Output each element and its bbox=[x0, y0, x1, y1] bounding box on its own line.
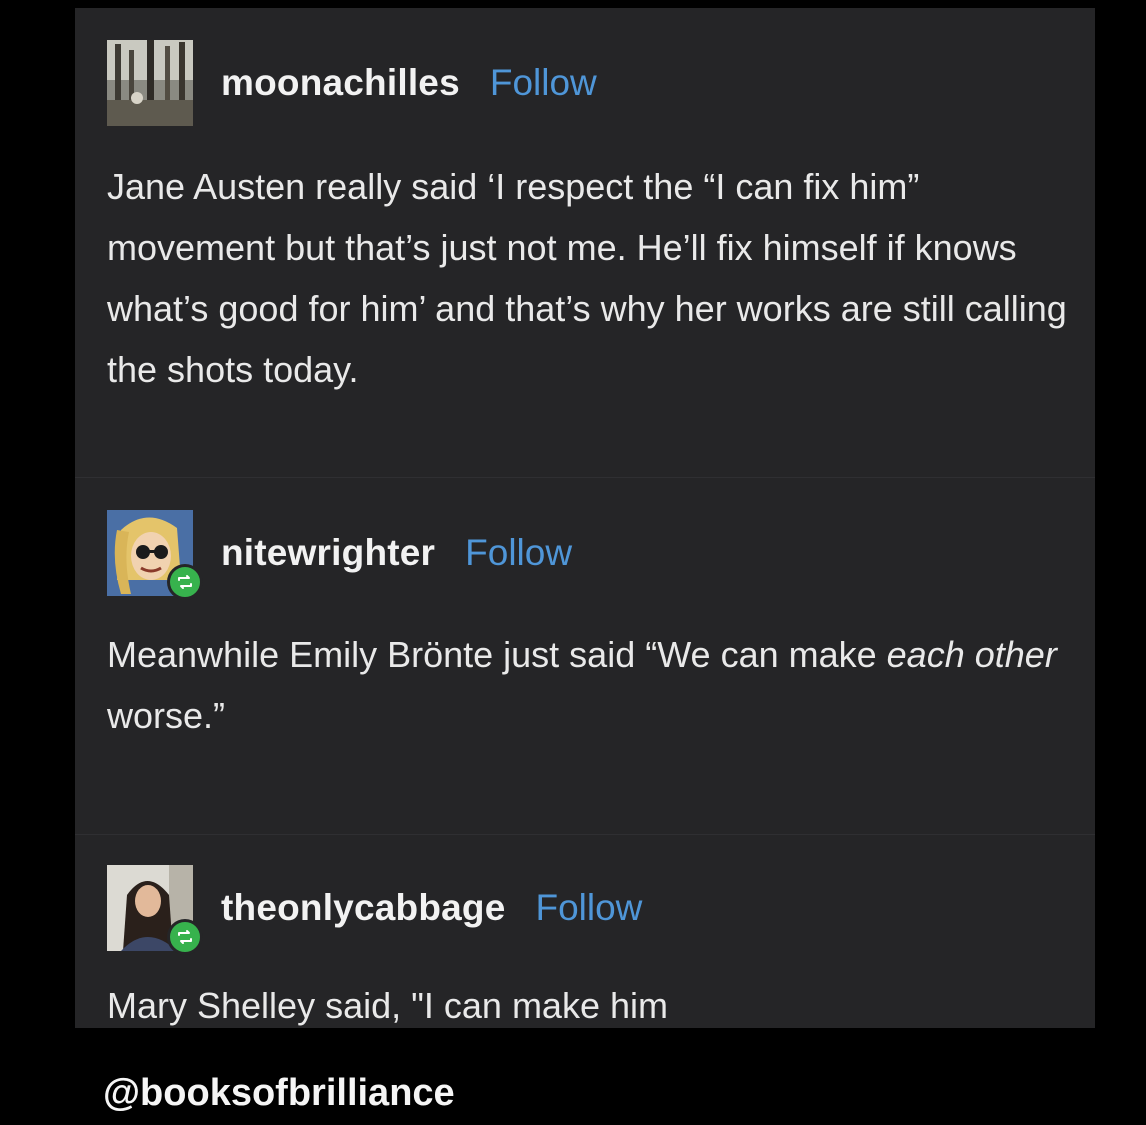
post-header: nitewrighter Follow bbox=[107, 508, 1095, 600]
post-text-part: Meanwhile Emily Brönte just said “We can… bbox=[107, 634, 887, 675]
tumblr-post-panel: moonachilles Follow Jane Austen really s… bbox=[75, 8, 1095, 1028]
avatar[interactable] bbox=[107, 510, 203, 600]
post-text: Meanwhile Emily Brönte just said “We can… bbox=[107, 624, 1095, 746]
follow-button[interactable]: Follow bbox=[535, 887, 642, 929]
username[interactable]: nitewrighter bbox=[221, 532, 435, 574]
username[interactable]: moonachilles bbox=[221, 62, 460, 104]
avatar[interactable] bbox=[107, 40, 193, 126]
reblog-icon bbox=[167, 564, 203, 600]
follow-button[interactable]: Follow bbox=[465, 532, 572, 574]
post-nitewrighter: nitewrighter Follow Meanwhile Emily Brön… bbox=[75, 508, 1095, 835]
reblog-icon bbox=[167, 919, 203, 955]
avatar[interactable] bbox=[107, 865, 203, 955]
post-text-italic: each bbox=[886, 634, 965, 675]
username[interactable]: theonlycabbage bbox=[221, 887, 505, 929]
post-moonachilles: moonachilles Follow Jane Austen really s… bbox=[75, 38, 1095, 478]
forest-photo-avatar-icon bbox=[107, 40, 193, 126]
post-header: moonachilles Follow bbox=[107, 38, 1095, 128]
post-text: Jane Austen really said ‘I respect the “… bbox=[107, 166, 1067, 390]
post-header: theonlycabbage Follow bbox=[107, 863, 1095, 955]
follow-button[interactable]: Follow bbox=[490, 62, 597, 104]
post-text: Mary Shelley said, "I can make him bbox=[107, 985, 668, 1026]
post-text-part: worse.” bbox=[107, 695, 226, 736]
post-text-italic: other bbox=[974, 634, 1057, 675]
watermark-handle: @booksofbrilliance bbox=[103, 1072, 455, 1114]
